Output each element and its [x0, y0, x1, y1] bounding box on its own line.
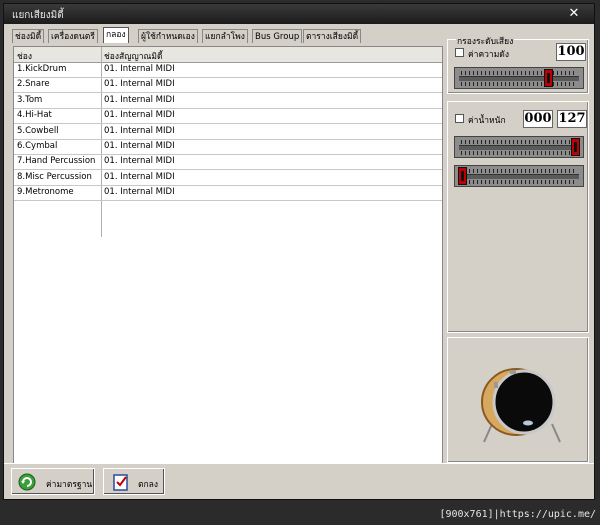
midi-port-cell: 01. Internal MIDI [104, 79, 175, 90]
drum-image-panel [447, 337, 589, 463]
table-header: ช่อง ช่องสัญญาณมิดี้ [14, 47, 442, 63]
table-row[interactable]: 3.Tom 01. Internal MIDI [14, 93, 442, 109]
velocity-min-value[interactable]: 000 [523, 110, 553, 128]
midi-port-cell: 01. Internal MIDI [104, 156, 175, 167]
volume-filter-legend: กรองระดับเสียง [456, 34, 515, 48]
table-row[interactable]: 1.KickDrum 01. Internal MIDI [14, 62, 442, 78]
drum-name-cell: 5.Cowbell [17, 125, 59, 136]
window-title: แยกเสียงมิดี้ [12, 10, 64, 21]
table-row[interactable]: 5.Cowbell 01. Internal MIDI [14, 124, 442, 140]
default-button-label: ค่ามาตรฐาน [46, 480, 93, 490]
midi-port-cell: 01. Internal MIDI [104, 125, 175, 136]
tab-drums[interactable]: กลอง [103, 27, 129, 43]
ok-button[interactable]: ตกลง [103, 468, 165, 495]
midi-port-cell: 01. Internal MIDI [104, 64, 175, 74]
volume-slider[interactable] [454, 67, 584, 89]
volume-checkbox[interactable] [455, 48, 464, 57]
midi-split-window: แยกเสียงมิดี้ ✕ ช่องมิดี้ เครื่องดนตรี ก… [3, 3, 595, 500]
ok-button-label: ตกลง [138, 480, 159, 490]
table-row[interactable]: 8.Misc Percussion 01. Internal MIDI [14, 170, 442, 186]
tab-instruments[interactable]: เครื่องดนตรี [48, 29, 98, 43]
velocity-max-slider[interactable] [454, 136, 584, 158]
table-row[interactable]: 4.Hi-Hat 01. Internal MIDI [14, 108, 442, 125]
tab-speaker-split[interactable]: แยกลำโพง [202, 29, 248, 43]
volume-filter-panel: กรองระดับเสียง ค่าความดัง 100 [447, 34, 589, 94]
midi-port-cell: 01. Internal MIDI [104, 94, 175, 105]
table-row[interactable]: 2.Snare 01. Internal MIDI [14, 77, 442, 94]
button-bar: ค่ามาตรฐาน ตกลง [4, 463, 594, 499]
image-host-footer: [900x761]|https://upic.me/ [439, 509, 596, 520]
table-row[interactable]: 7.Hand Percussion 01. Internal MIDI [14, 154, 442, 171]
drum-name-cell: 9.Metronome [17, 187, 74, 198]
tab-midi-channel[interactable]: ช่องมิดี้ [12, 29, 45, 43]
drum-name-cell: 7.Hand Percussion [17, 156, 96, 167]
close-icon[interactable]: ✕ [566, 6, 582, 22]
velocity-checkbox[interactable] [455, 114, 464, 123]
refresh-icon [18, 473, 36, 491]
checklist-icon [113, 474, 128, 491]
drum-name-cell: 6.Cymbal [17, 141, 58, 151]
drum-name-cell: 8.Misc Percussion [17, 171, 92, 182]
bass-drum-icon [481, 368, 561, 443]
table-row[interactable]: 9.Metronome 01. Internal MIDI [14, 185, 442, 202]
drum-name-cell: 4.Hi-Hat [17, 110, 52, 121]
default-button[interactable]: ค่ามาตรฐาน [11, 468, 95, 495]
velocity-max-thumb[interactable] [571, 138, 580, 156]
drum-name-cell: 2.Snare [17, 79, 50, 90]
title-bar: แยกเสียงมิดี้ ✕ [4, 4, 594, 24]
table-row[interactable]: 6.Cymbal 01. Internal MIDI [14, 139, 442, 155]
tab-midi-sound-table[interactable]: ตารางเสียงมิดี้ [303, 29, 362, 43]
volume-checkbox-label: ค่าความดัง [468, 50, 509, 60]
midi-port-cell: 01. Internal MIDI [104, 187, 175, 198]
volume-value[interactable]: 100 [556, 43, 586, 61]
midi-port-cell: 01. Internal MIDI [104, 141, 175, 151]
midi-port-cell: 01. Internal MIDI [104, 110, 175, 121]
midi-port-cell: 01. Internal MIDI [104, 171, 175, 182]
column-header-midi-port[interactable]: ช่องสัญญาณมิดี้ [104, 49, 162, 63]
velocity-panel: ค่าน้ำหนัก 000 127 [447, 101, 589, 333]
drum-name-cell: 3.Tom [17, 94, 43, 105]
velocity-max-value[interactable]: 127 [557, 110, 587, 128]
image-host-url[interactable]: https://upic.me/ [500, 509, 596, 520]
volume-slider-thumb[interactable] [543, 69, 553, 87]
tab-user-defined[interactable]: ผู้ใช้กำหนดเอง [138, 29, 198, 43]
tab-bus-group[interactable]: Bus Group [252, 29, 303, 43]
column-header-channel[interactable]: ช่อง [17, 49, 32, 63]
drum-name-cell: 1.KickDrum [17, 64, 67, 74]
velocity-min-slider[interactable] [454, 165, 584, 187]
velocity-checkbox-label: ค่าน้ำหนัก [468, 116, 506, 126]
image-size-text: [900x761] [439, 509, 494, 520]
drum-channel-table: ช่อง ช่องสัญญาณมิดี้ 1.KickDrum 01. Inter… [13, 46, 443, 464]
velocity-min-thumb[interactable] [458, 167, 467, 185]
